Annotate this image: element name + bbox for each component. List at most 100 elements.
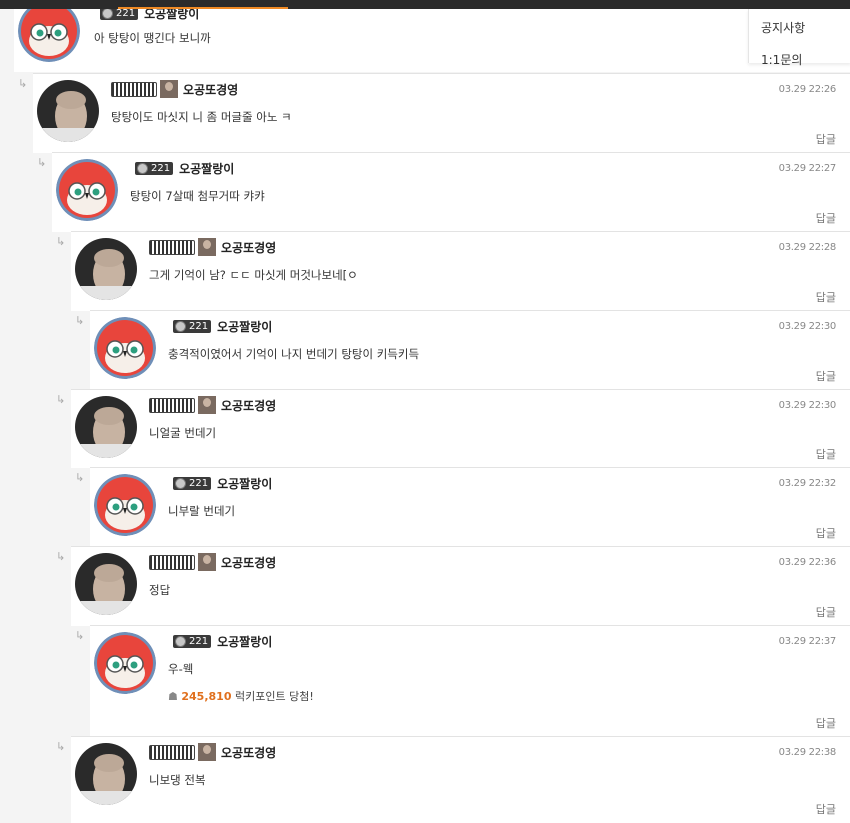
comment-item: 221 오공짤랑이 03.29 22:30 충격적이였어서 기억이 나지 번데기 탕탕…	[90, 310, 850, 390]
comment-text: 우-웩	[168, 662, 194, 676]
lucky-amount: 245,810	[181, 690, 232, 703]
avatar[interactable]	[94, 632, 156, 694]
reply-arrow-icon: ↳	[18, 77, 28, 90]
reply-arrow-icon: ↳	[56, 550, 66, 563]
nickname[interactable]: 오공짤랑이	[217, 475, 272, 492]
active-tab-indicator	[118, 7, 288, 9]
avatar[interactable]	[94, 317, 156, 379]
comment-item: 오공또경영 03.29 22:30 니얼굴 번데기답글	[71, 389, 850, 468]
comment-text: 니부랄 번데기	[168, 504, 236, 518]
gem-icon	[175, 635, 186, 647]
lucky-text: 럭키포인트 당첨!	[234, 690, 314, 703]
rank-badge-icon	[149, 744, 195, 760]
comment-meta: 오공또경영	[149, 743, 276, 761]
nickname[interactable]: 오공짤랑이	[179, 160, 234, 177]
rank-badge-icon	[111, 81, 157, 97]
menu-item-notice[interactable]: 공지사항	[761, 19, 805, 36]
comment-date: 03.29 22:27	[778, 163, 837, 174]
gift-icon: ☗	[168, 690, 178, 703]
comment-top: 221 오공짤랑이 아 탕탕이 땡긴다 보니까	[14, 0, 850, 72]
comment-item: 오공또경영 03.29 22:36 정답답글	[71, 546, 850, 626]
nickname[interactable]: 오공또경영	[221, 744, 276, 761]
reply-button[interactable]: 답글	[816, 715, 836, 731]
comment-text: 정답	[149, 583, 171, 597]
level-number: 221	[189, 320, 209, 332]
reply-button[interactable]: 답글	[816, 131, 836, 147]
profile-thumb-icon	[198, 238, 216, 256]
comment-meta: 221 오공짤랑이	[173, 632, 272, 650]
menu-item-inquiry[interactable]: 1:1문의	[761, 51, 802, 68]
comment-meta: 221 오공짤랑이	[173, 317, 272, 335]
gem-icon	[175, 320, 186, 332]
rank-badge-icon	[149, 397, 195, 413]
profile-thumb-icon	[198, 553, 216, 571]
comment-date: 03.29 22:30	[778, 400, 837, 411]
avatar[interactable]	[18, 0, 80, 62]
reply-button[interactable]: 답글	[816, 525, 836, 541]
comment-item: 221 오공짤랑이 03.29 22:27 탕탕이 7살때 첨무거따 캬캬답글	[52, 152, 850, 232]
reply-arrow-icon: ↳	[75, 629, 85, 642]
rank-badge-icon	[149, 239, 195, 255]
comment-text: 탕탕이도 마싯지 니 좀 머글줄 아노 ㅋ	[111, 110, 292, 124]
reply-button[interactable]: 답글	[816, 604, 836, 620]
reply-button[interactable]: 답글	[816, 210, 836, 226]
comment-item: 221 오공짤랑이 03.29 22:37 우-웩 ☗ 245,810 럭키포인트 당첨…	[90, 625, 850, 737]
nickname[interactable]: 오공또경영	[221, 554, 276, 571]
level-badge: 221	[173, 476, 212, 490]
comment-date: 03.29 22:32	[778, 478, 837, 489]
level-badge: 221	[135, 161, 174, 175]
rank-badge-icon	[149, 554, 195, 570]
reply-arrow-icon: ↳	[56, 393, 66, 406]
comment-meta: 오공또경영	[111, 80, 238, 98]
comment-meta: 221 오공짤랑이	[173, 474, 272, 492]
reply-button[interactable]: 답글	[816, 368, 836, 384]
avatar[interactable]	[37, 80, 99, 142]
profile-thumb-icon	[160, 80, 178, 98]
level-badge: 221	[173, 634, 212, 648]
reply-button[interactable]: 답글	[816, 801, 836, 817]
profile-thumb-icon	[198, 743, 216, 761]
comment-meta: 221 오공짤랑이	[135, 159, 234, 177]
comment-text: 탕탕이 7살때 첨무거따 캬캬	[130, 189, 265, 203]
comment-date: 03.29 22:38	[778, 747, 837, 758]
avatar[interactable]	[75, 553, 137, 615]
top-bar	[0, 0, 850, 9]
comment-date: 03.29 22:26	[778, 84, 837, 95]
lucky-point-notice: ☗ 245,810 럭키포인트 당첨!	[168, 688, 314, 704]
reply-arrow-icon: ↳	[75, 471, 85, 484]
level-number: 221	[116, 7, 136, 19]
comment-item: 221 오공짤랑이 03.29 22:32 니부랄 번데기답글	[90, 467, 850, 547]
comment-meta: 오공또경영	[149, 553, 276, 571]
dropdown-menu: 공지사항 1:1문의	[748, 9, 850, 67]
nickname[interactable]: 오공또경영	[221, 397, 276, 414]
gem-icon	[137, 162, 148, 174]
reply-button[interactable]: 답글	[816, 446, 836, 462]
comment-text: 그게 기억이 남? ㄷㄷ 마싯게 머것나보네[ㅇ	[149, 268, 358, 282]
avatar[interactable]	[75, 238, 137, 300]
comment-text: 아 탕탕이 땡긴다 보니까	[94, 31, 211, 45]
comment-item: 오공또경영 03.29 22:38 니보댕 전복답글	[71, 736, 850, 823]
level-badge: 221	[173, 319, 212, 333]
avatar[interactable]	[75, 743, 137, 805]
comment-text: 니얼굴 번데기	[149, 426, 217, 440]
comment-meta: 오공또경영	[149, 396, 276, 414]
comment-text: 충격적이였어서 기억이 나지 번데기 탕탕이 키득키득	[168, 347, 420, 361]
reply-button[interactable]: 답글	[816, 289, 836, 305]
nickname[interactable]: 오공또경영	[221, 239, 276, 256]
avatar[interactable]	[75, 396, 137, 458]
level-number: 221	[189, 477, 209, 489]
comment-text: 니보댕 전복	[149, 773, 206, 787]
avatar[interactable]	[56, 159, 118, 221]
comment-date: 03.29 22:36	[778, 557, 837, 568]
nickname[interactable]: 오공짤랑이	[217, 633, 272, 650]
nickname[interactable]: 오공또경영	[183, 81, 238, 98]
comment-date: 03.29 22:28	[778, 242, 837, 253]
reply-arrow-icon: ↳	[75, 314, 85, 327]
level-number: 221	[189, 635, 209, 647]
reply-arrow-icon: ↳	[56, 235, 66, 248]
comment-meta: 오공또경영	[149, 238, 276, 256]
reply-arrow-icon: ↳	[37, 156, 47, 169]
avatar[interactable]	[94, 474, 156, 536]
comment-item: 오공또경영 03.29 22:26 탕탕이도 마싯지 니 좀 머글줄 아노 ㅋ 답글	[33, 73, 850, 153]
nickname[interactable]: 오공짤랑이	[217, 318, 272, 335]
